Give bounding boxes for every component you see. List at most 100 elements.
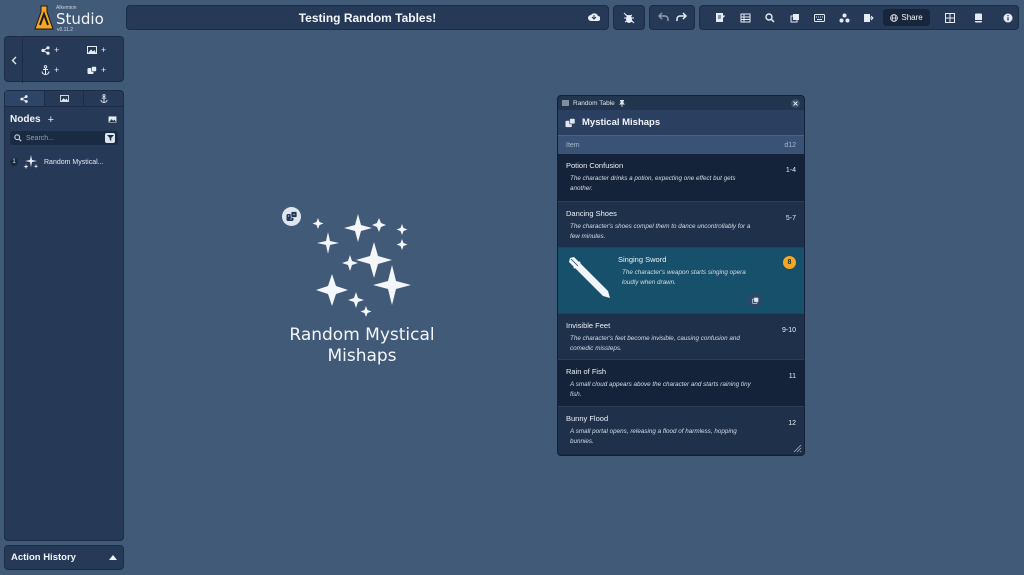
table-title: Mystical Mishaps bbox=[582, 117, 661, 128]
row-name: Singing Sword bbox=[618, 255, 667, 264]
row-roll: 1-4 bbox=[785, 167, 796, 174]
table-row[interactable]: Bunny Flood A small portal opens, releas… bbox=[558, 407, 804, 454]
cloud-icon[interactable] bbox=[588, 12, 600, 22]
share-nodes-icon bbox=[20, 94, 28, 103]
row-name: Potion Confusion bbox=[566, 161, 624, 170]
row-desc: A small portal opens, releasing a flood … bbox=[570, 428, 737, 445]
roll-badge: 8 bbox=[783, 256, 796, 269]
table-icon[interactable] bbox=[735, 7, 756, 29]
nodes-icon[interactable] bbox=[834, 7, 855, 29]
col-item: Item bbox=[566, 141, 580, 149]
add-plus: + bbox=[101, 65, 107, 75]
search-icon bbox=[14, 134, 22, 142]
table-column-headers: Item d12 bbox=[558, 136, 804, 154]
filter-icon[interactable] bbox=[105, 133, 115, 143]
action-history-panel[interactable]: Action History bbox=[4, 545, 124, 570]
node-label: Random Mystical... bbox=[44, 158, 104, 166]
sparkles-icon bbox=[312, 214, 411, 317]
table-row[interactable]: Potion Confusion The character drinks a … bbox=[558, 154, 804, 202]
nodes-title: Nodes bbox=[10, 114, 41, 125]
node-list-item[interactable]: 1 Random Mystical... bbox=[5, 145, 123, 170]
add-plus: + bbox=[54, 45, 60, 55]
nodes-sidebar: Nodes + Search... 1 Random Mystical... bbox=[4, 90, 124, 541]
dice-icon bbox=[565, 117, 576, 127]
node-index: 1 bbox=[10, 158, 18, 166]
share-button[interactable]: Share bbox=[883, 9, 930, 26]
row-desc: The character's weapon starts singing op… bbox=[622, 269, 746, 286]
row-name: Invisible Feet bbox=[566, 321, 611, 330]
history-group bbox=[649, 5, 695, 30]
tab-images[interactable] bbox=[45, 91, 85, 106]
undo-icon[interactable] bbox=[658, 12, 669, 22]
table-row[interactable]: Dancing Shoes The character's shoes comp… bbox=[558, 202, 804, 248]
table-row[interactable]: Invisible Feet The character's feet beco… bbox=[558, 314, 804, 360]
row-roll: 11 bbox=[788, 373, 796, 380]
image-icon[interactable] bbox=[108, 116, 117, 123]
copy-icon[interactable] bbox=[748, 293, 762, 307]
add-random-table-button[interactable]: + bbox=[87, 65, 106, 75]
row-name: Dancing Shoes bbox=[566, 209, 617, 218]
document-title[interactable]: Testing Random Tables! bbox=[299, 11, 437, 25]
add-node-panel: + + + + bbox=[4, 36, 124, 83]
pin-icon[interactable] bbox=[618, 99, 625, 107]
table-header: Mystical Mishaps bbox=[558, 110, 804, 136]
debug-group bbox=[613, 5, 645, 30]
tab-nodes[interactable] bbox=[5, 91, 45, 106]
row-roll: 12 bbox=[788, 420, 796, 427]
add-image-node-button[interactable]: + bbox=[87, 45, 106, 55]
canvas-random-table-node[interactable]: Random Mystical Mishaps bbox=[282, 206, 442, 376]
close-icon[interactable] bbox=[791, 99, 800, 108]
info-icon[interactable] bbox=[997, 7, 1018, 29]
sidebar-tabs bbox=[5, 91, 123, 107]
globe-icon bbox=[890, 13, 899, 22]
keyboard-icon[interactable] bbox=[809, 7, 830, 29]
canvas-node-caption-line2: Mishaps bbox=[327, 346, 397, 366]
add-plus: + bbox=[101, 45, 107, 55]
collapse-button[interactable] bbox=[5, 37, 23, 83]
add-plus: + bbox=[54, 65, 60, 75]
share-nodes-icon bbox=[41, 45, 50, 55]
search-placeholder: Search... bbox=[26, 134, 55, 142]
anchor-icon bbox=[41, 65, 50, 75]
canvas-node-caption: Random Mystical Mishaps bbox=[282, 325, 442, 367]
chevron-left-icon bbox=[11, 56, 16, 64]
table-row[interactable]: Rain of Fish A small cloud appears above… bbox=[558, 360, 804, 407]
window-titlebar[interactable]: Random Table bbox=[558, 96, 804, 110]
document-title-bar: Testing Random Tables! bbox=[126, 5, 609, 30]
tools-group: Share bbox=[699, 5, 1019, 30]
book-icon[interactable] bbox=[968, 7, 989, 29]
copy-icon[interactable] bbox=[784, 7, 805, 29]
app-logo: Alkemion Studio v0.11.2 bbox=[30, 3, 120, 33]
redo-icon[interactable] bbox=[676, 12, 687, 22]
sparkles-icon bbox=[23, 155, 39, 169]
grid-icon[interactable] bbox=[940, 7, 961, 29]
sword-icon bbox=[569, 257, 610, 298]
window-title: Random Table bbox=[573, 99, 615, 107]
image-icon bbox=[87, 46, 97, 54]
resize-handle-icon[interactable] bbox=[790, 443, 802, 453]
caret-up-icon[interactable] bbox=[109, 555, 117, 560]
brand-name: Studio bbox=[56, 10, 104, 28]
row-desc: A small cloud appears above the characte… bbox=[570, 381, 751, 398]
search-input[interactable]: Search... bbox=[10, 131, 118, 145]
add-anchor-node-button[interactable]: + bbox=[41, 65, 59, 75]
canvas-node-caption-line1: Random Mystical bbox=[289, 325, 435, 345]
tab-anchors[interactable] bbox=[84, 91, 123, 106]
table-row-selected[interactable]: Singing Sword The character's weapon sta… bbox=[558, 248, 804, 314]
drag-handle-icon[interactable] bbox=[562, 100, 569, 106]
dice-icon bbox=[282, 207, 301, 226]
edit-note-icon[interactable] bbox=[710, 7, 731, 29]
export-icon[interactable] bbox=[859, 7, 880, 29]
row-roll: 5-7 bbox=[785, 215, 796, 222]
flask-logo-icon bbox=[34, 5, 54, 30]
random-table-window: Random Table Mystical Mishaps Item d12 P… bbox=[557, 95, 805, 456]
app-version: v0.11.2 bbox=[57, 27, 74, 33]
add-node-button[interactable]: + bbox=[48, 114, 54, 126]
bug-icon[interactable] bbox=[623, 12, 635, 24]
row-name: Rain of Fish bbox=[566, 367, 607, 376]
add-link-node-button[interactable]: + bbox=[41, 45, 59, 55]
row-desc: The character's shoes compel them to dan… bbox=[570, 223, 751, 240]
search-icon[interactable] bbox=[760, 7, 781, 29]
nodes-header: Nodes + bbox=[5, 107, 123, 127]
dice-icon bbox=[87, 65, 97, 74]
